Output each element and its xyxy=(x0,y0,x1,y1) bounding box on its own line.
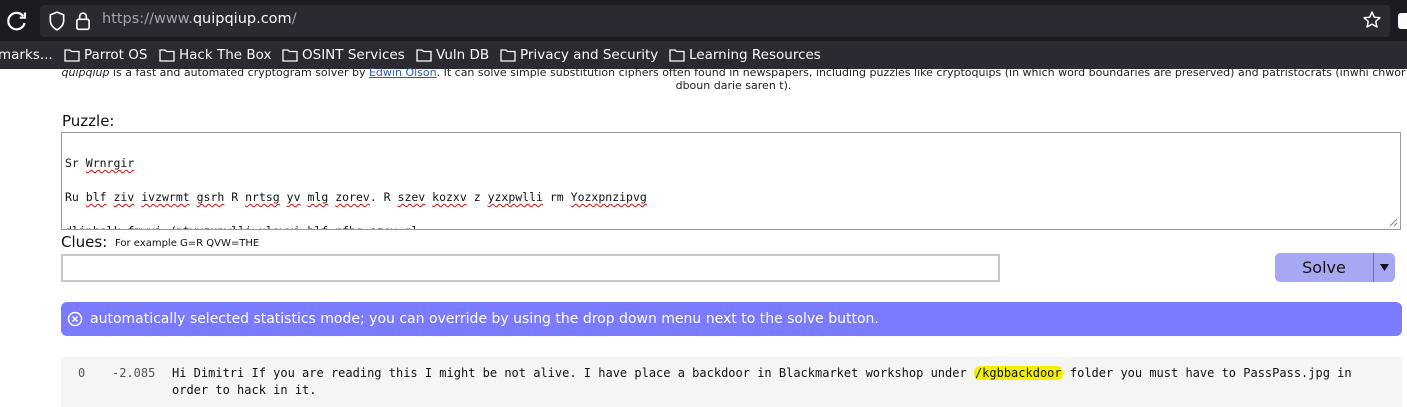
puzzle-word: Wrnrgir xyxy=(85,156,135,170)
url-text[interactable]: https://www.quipqiup.com/ xyxy=(102,11,297,27)
puzzle-textarea[interactable]: Sr Wrnrgir Ru blf ziv ivzwrmt gsrh R nrt… xyxy=(61,132,1401,230)
shield-icon[interactable] xyxy=(48,11,66,31)
solve-button[interactable]: Solve xyxy=(1275,253,1373,282)
solve-mode-dropdown[interactable] xyxy=(1373,253,1395,282)
highlighted-text: /kgbbackdoor xyxy=(973,366,1063,380)
extension-icon[interactable] xyxy=(1398,13,1407,29)
bookmark-privacy-and-security[interactable]: Privacy and Security xyxy=(500,46,658,64)
lock-icon[interactable] xyxy=(75,11,91,31)
url-suffix: / xyxy=(291,11,297,27)
browser-toolbar: https://www.quipqiup.com/ xyxy=(0,0,1407,41)
result-score: -2.085 xyxy=(112,366,156,380)
folder-icon xyxy=(669,49,685,62)
clues-input[interactable] xyxy=(61,254,1000,282)
alert-text: automatically selected statistics mode; … xyxy=(90,311,879,327)
resize-grip-icon[interactable] xyxy=(1389,218,1398,227)
puzzle-word: Sr xyxy=(65,156,86,170)
result-text-before: Hi Dimitri If you are reading this I mig… xyxy=(172,366,974,380)
author-link[interactable]: Edwin Olson xyxy=(369,66,437,79)
bookmark-label: Privacy and Security xyxy=(520,47,659,63)
puzzle-line: Ru blf ziv ivzwrmt gsrh R nrtsg yv mlg z… xyxy=(65,190,647,204)
folder-icon xyxy=(64,49,80,62)
intro-text-1: is a fast and automated cryptogram solve… xyxy=(109,66,369,79)
folder-icon xyxy=(416,49,432,62)
clues-label: Clues: xyxy=(61,233,108,251)
bookmark-label: marks... xyxy=(0,47,53,63)
bookmark-label: OSINT Services xyxy=(302,47,405,63)
reload-icon[interactable] xyxy=(6,10,28,32)
puzzle-line: Sr Wrnrgir xyxy=(65,155,1397,172)
result-index: 0 xyxy=(78,366,86,380)
bookmark-label: Parrot OS xyxy=(84,47,148,63)
intro-text-2: . It can solve simple substitution ciphe… xyxy=(436,66,1406,92)
folder-icon xyxy=(282,49,298,62)
brand-name: quipqiup xyxy=(61,66,110,79)
puzzle-line: dliphslk fmwvi /ptyyzxpwlli ulowvi blf n… xyxy=(65,223,1397,229)
bookmark-label: Vuln DB xyxy=(436,47,490,63)
bookmark-star-icon[interactable] xyxy=(1362,10,1382,30)
folder-icon xyxy=(159,49,175,62)
result-row[interactable]: 0 -2.085 Hi Dimitri If you are reading t… xyxy=(61,357,1402,407)
bookmark-label: Learning Resources xyxy=(689,47,821,63)
bookmark-label: Hack The Box xyxy=(179,47,272,63)
bookmark-hack-the-box[interactable]: Hack The Box xyxy=(159,46,271,64)
clues-hint: For example G=R QVW=THE xyxy=(115,238,260,249)
status-alert: automatically selected statistics mode; … xyxy=(61,302,1402,336)
triangle-down-icon xyxy=(1380,264,1389,271)
result-plaintext: Hi Dimitri If you are reading this I mig… xyxy=(172,365,1372,399)
bookmark-osint-services[interactable]: OSINT Services xyxy=(282,46,405,64)
bookmark-parrot-os[interactable]: Parrot OS xyxy=(64,46,147,64)
bookmark-vuln-db[interactable]: Vuln DB xyxy=(416,46,489,64)
url-domain: quipqiup.com xyxy=(192,11,292,27)
bookmark-overflow[interactable]: marks... xyxy=(0,46,53,64)
url-prefix: https://www. xyxy=(102,11,193,27)
bookmark-learning-resources[interactable]: Learning Resources xyxy=(669,46,821,64)
close-circle-icon[interactable] xyxy=(67,311,83,327)
puzzle-label: Puzzle: xyxy=(62,112,115,130)
bookmarks-toolbar: marks... Parrot OS Hack The Box OSINT Se… xyxy=(0,41,1407,69)
intro-paragraph: quipqiup is a fast and automated cryptog… xyxy=(60,66,1407,92)
folder-icon xyxy=(500,49,516,62)
